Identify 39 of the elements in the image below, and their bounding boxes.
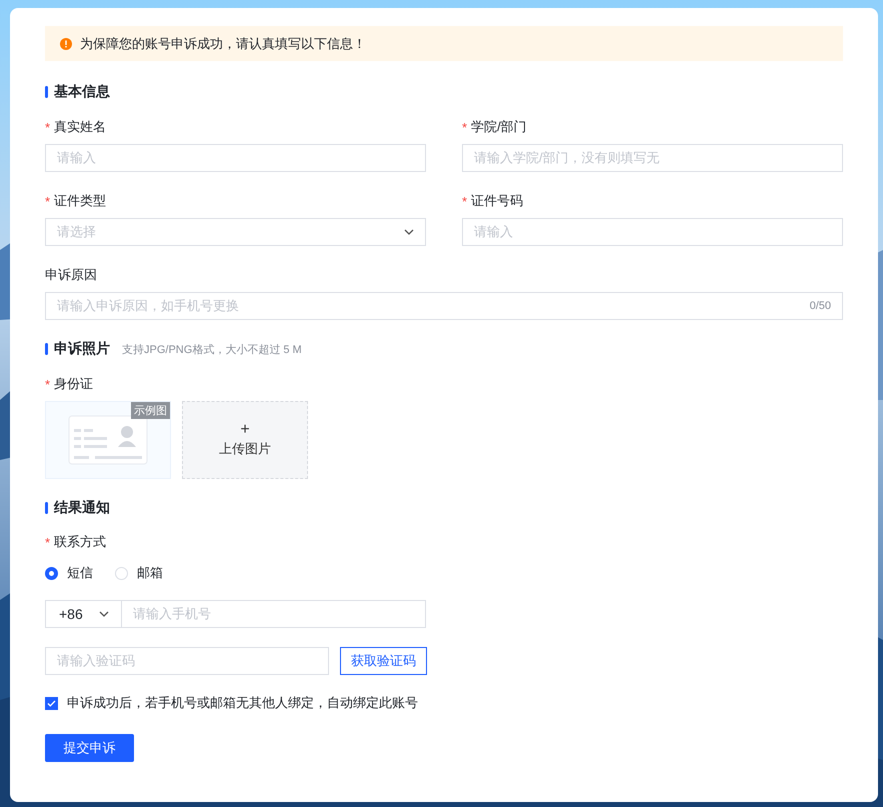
sample-badge: 示例图 <box>131 402 170 419</box>
field-label: 学院/部门 <box>471 118 527 136</box>
checkbox-label: 申诉成功后，若手机号或邮箱无其他人绑定，自动绑定此账号 <box>67 694 418 712</box>
required-mark: * <box>462 194 468 208</box>
phone-field[interactable]: +86 请输入手机号 <box>45 600 426 628</box>
character-counter: 0/50 <box>810 300 831 312</box>
section-marker <box>45 343 48 355</box>
required-mark: * <box>45 376 50 392</box>
required-mark: * <box>462 120 468 134</box>
chevron-down-icon <box>404 229 414 235</box>
get-code-button[interactable]: 获取验证码 <box>340 647 427 675</box>
country-code-select[interactable]: +86 <box>46 601 122 627</box>
input-field[interactable]: 请输入申诉原因，如手机号更换 0/50 <box>45 292 843 320</box>
field-label: 真实姓名 <box>54 118 106 136</box>
section-title: 基本信息 <box>54 83 110 101</box>
required-mark: * <box>45 120 50 134</box>
field-label: 证件号码 <box>471 192 524 210</box>
notice-text: 为保障您的账号申诉成功，请认真填写以下信息！ <box>80 34 366 52</box>
chevron-down-icon <box>99 611 109 617</box>
id-card-icon <box>68 415 148 465</box>
upload-button[interactable]: + 上传图片 <box>182 401 308 479</box>
field-label: 申诉原因 <box>45 266 97 284</box>
field-label: 联系方式 <box>54 533 106 551</box>
checkbox[interactable] <box>45 696 58 710</box>
radio-option[interactable]: 邮箱 <box>115 564 163 582</box>
section-title: 申诉照片 <box>54 340 110 358</box>
upload-hint: 支持JPG/PNG格式，大小不超过 5 M <box>122 342 302 356</box>
section-marker <box>45 86 48 98</box>
required-mark: * <box>45 194 50 208</box>
field-label: 证件类型 <box>54 192 106 210</box>
submit-button[interactable]: 提交申诉 <box>45 734 134 762</box>
radio-option[interactable]: 短信 <box>45 564 93 582</box>
radio-button[interactable] <box>45 566 58 580</box>
warning-icon <box>60 38 72 50</box>
check-icon <box>47 700 56 706</box>
section-title: 结果通知 <box>54 499 110 517</box>
section-marker <box>45 502 48 514</box>
field-label: 身份证 <box>54 375 94 393</box>
required-mark: * <box>45 534 50 550</box>
